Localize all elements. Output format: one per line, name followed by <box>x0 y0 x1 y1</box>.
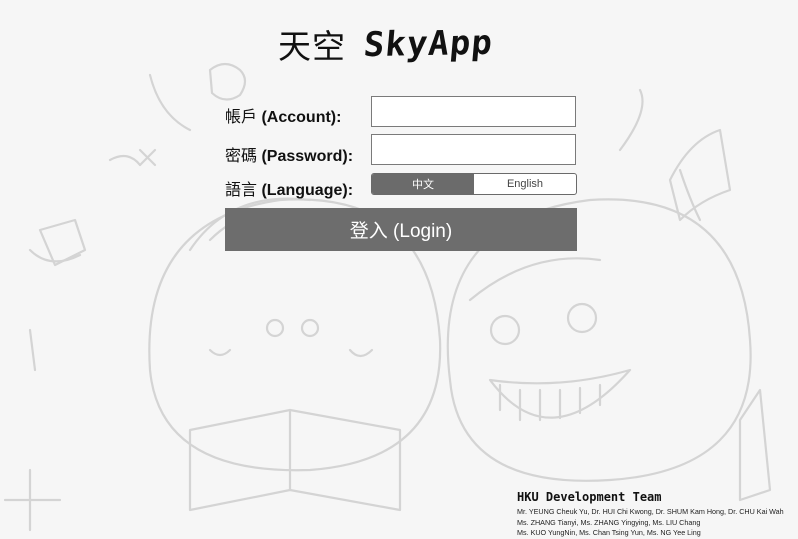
background-sketch-illustration <box>3 62 772 532</box>
team-line: Ms. KUO YungNin, Ms. Chan Tsing Yun, Ms.… <box>517 528 701 537</box>
language-label: 語言 (Language): <box>225 176 353 200</box>
account-label: 帳戶 (Account): <box>225 103 341 127</box>
language-label-cn: 語言 <box>225 182 258 199</box>
logo-english-text: SkyApp <box>362 22 495 66</box>
language-option-english[interactable]: English <box>474 174 576 194</box>
app-logo: 天空 SkyApp <box>278 18 495 70</box>
account-input[interactable] <box>371 96 576 127</box>
password-label: 密碼 (Password): <box>225 142 353 166</box>
account-label-en: (Account): <box>261 109 342 126</box>
team-title: HKU Development Team <box>517 490 662 504</box>
language-toggle: 中文 English <box>371 173 577 195</box>
team-line: Ms. ZHANG Tianyi, Ms. ZHANG Yingying, Ms… <box>517 517 701 527</box>
password-label-en: (Password): <box>261 148 354 165</box>
team-line: Mr. YEUNG Cheuk Yu, Dr. HUI Chi Kwong, D… <box>517 507 784 516</box>
language-option-chinese[interactable]: 中文 <box>372 174 474 194</box>
language-label-en: (Language): <box>261 182 354 199</box>
team-credits: HKU Development Team Mr. YEUNG Cheuk Yu,… <box>517 490 798 539</box>
password-label-cn: 密碼 <box>225 148 258 165</box>
password-input[interactable] <box>371 134 576 165</box>
account-label-cn: 帳戶 <box>225 109 258 126</box>
login-button[interactable]: 登入 (Login) <box>225 208 577 251</box>
logo-chinese-text: 天空 <box>278 27 346 66</box>
